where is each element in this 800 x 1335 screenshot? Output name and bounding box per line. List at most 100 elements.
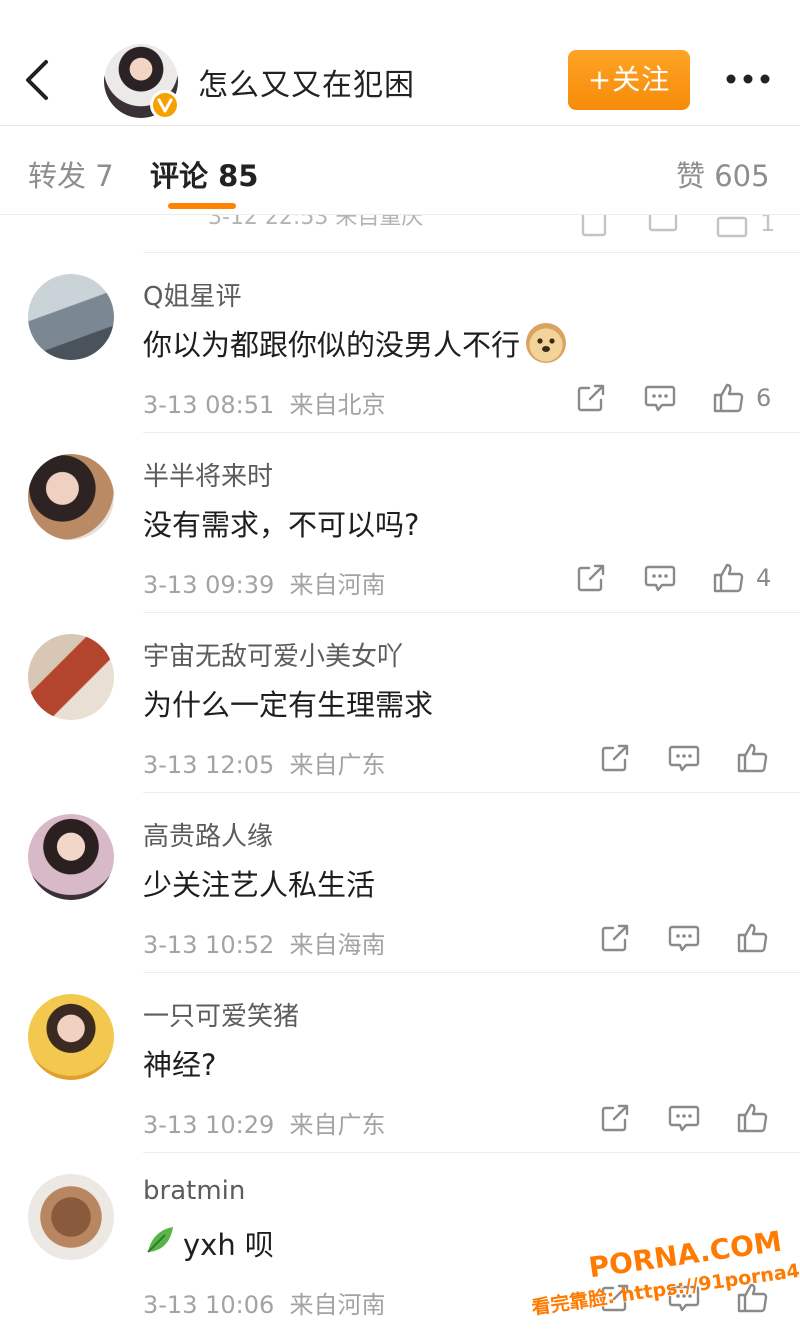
- like-button[interactable]: [736, 740, 768, 776]
- commenter-avatar[interactable]: [28, 1174, 114, 1260]
- reply-button[interactable]: [644, 380, 676, 416]
- share-button[interactable]: [600, 1100, 630, 1136]
- comment-item: 高贵路人缘 少关注艺人私生活 3-13 10:52 来自海南: [0, 792, 800, 972]
- comment-meta: 3-13 09:39 来自河南: [143, 565, 386, 600]
- like-button[interactable]: 1: [716, 215, 775, 241]
- like-count: 4: [756, 564, 772, 592]
- comment-text: yxh 呗: [183, 1228, 274, 1262]
- more-options-button[interactable]: [724, 64, 772, 94]
- comment-text: 为什么一定有生理需求: [143, 688, 434, 722]
- comment-page: 怎么又又在犯困 +关注 转发 7 评论 85 赞 605 3-12 22:53 …: [0, 0, 800, 1335]
- doge-icon: [526, 323, 567, 363]
- comment-text: 神经?: [143, 1048, 217, 1082]
- comment-source: 来自广东: [289, 1111, 386, 1139]
- comment-icon: [644, 385, 676, 412]
- tab-reposts[interactable]: 转发 7: [28, 153, 114, 195]
- share-icon: [601, 924, 629, 952]
- share-icon: [577, 564, 605, 592]
- commenter-name[interactable]: 一只可爱笑猪: [143, 996, 299, 1033]
- comment-meta: 3-13 10:52 来自海南: [143, 925, 386, 960]
- reply-button[interactable]: [668, 1100, 700, 1136]
- like-count: 1: [760, 215, 776, 237]
- like-button[interactable]: 4: [712, 560, 771, 596]
- tab-comments[interactable]: 评论 85: [150, 153, 258, 195]
- comment-text-row: 神经?: [143, 1042, 216, 1084]
- comment-text-row: 你以为都跟你似的没男人不行: [143, 322, 567, 364]
- commenter-avatar[interactable]: [28, 454, 114, 540]
- comment-time: 3-13 08:51: [143, 391, 275, 419]
- comment-text-row: 为什么一定有生理需求: [143, 682, 433, 724]
- comment-item: 宇宙无敌可爱小美女吖 为什么一定有生理需求 3-13 12:05 来自广东: [0, 612, 800, 792]
- comment-source: 来自河南: [289, 571, 386, 599]
- share-icon: [601, 744, 629, 772]
- follow-button[interactable]: +关注: [568, 50, 690, 110]
- reply-button[interactable]: [644, 560, 676, 596]
- divider: [143, 972, 800, 973]
- author-name[interactable]: 怎么又又在犯困: [198, 60, 415, 104]
- comment-text: 没有需求，不可以吗?: [143, 508, 420, 542]
- reply-button[interactable]: [648, 215, 678, 241]
- comment-text: 少关注艺人私生活: [143, 868, 376, 902]
- divider: [143, 432, 800, 433]
- verified-badge-icon: [150, 90, 180, 120]
- share-button[interactable]: [576, 380, 606, 416]
- reply-button[interactable]: [668, 740, 700, 776]
- comment-list: 3-12 22:53 来自重庆 1 Q姐星评 你以为都跟你似的没男人不行 3-1…: [0, 215, 800, 1335]
- comment-item: 一只可爱笑猪 神经? 3-13 10:29 来自广东: [0, 972, 800, 1152]
- comment-meta: 3-13 12:05 来自广东: [143, 745, 386, 780]
- comment-time: 3-13 10:52: [143, 931, 275, 959]
- thumbs-up-icon: [716, 216, 748, 238]
- reply-button[interactable]: [668, 920, 700, 956]
- tab-likes[interactable]: 赞 605: [676, 153, 770, 195]
- commenter-avatar[interactable]: [28, 634, 114, 720]
- comment-meta: 3-13 08:51 来自北京: [143, 385, 386, 420]
- like-button[interactable]: [736, 920, 768, 956]
- share-button[interactable]: [576, 560, 606, 596]
- like-button[interactable]: [736, 1100, 768, 1136]
- comment-source: 来自河南: [289, 1291, 386, 1319]
- comment-time: 3-13 10:29: [143, 1111, 275, 1139]
- commenter-avatar[interactable]: [28, 274, 114, 360]
- top-bar: 怎么又又在犯困 +关注: [0, 0, 800, 126]
- comment-meta: 3-13 10:29 来自广东: [143, 1105, 386, 1140]
- share-button[interactable]: [600, 920, 630, 956]
- comment-icon: [644, 565, 676, 592]
- thumbs-up-icon: [737, 743, 768, 773]
- comment-source: 来自广东: [289, 751, 386, 779]
- share-button[interactable]: [600, 740, 630, 776]
- comment-item: Q姐星评 你以为都跟你似的没男人不行 3-13 08:51 来自北京 6: [0, 252, 800, 432]
- active-tab-indicator: [168, 203, 236, 209]
- comment-source: 来自北京: [289, 391, 386, 419]
- share-button[interactable]: [580, 215, 610, 241]
- share-icon: [601, 1104, 629, 1132]
- more-dots-icon: [726, 74, 770, 84]
- commenter-name[interactable]: 高贵路人缘: [143, 816, 273, 853]
- commenter-name[interactable]: Q姐星评: [143, 276, 241, 313]
- comment-source: 来自海南: [289, 931, 386, 959]
- divider: [143, 792, 800, 793]
- divider: [143, 252, 800, 253]
- comment-text-row: 没有需求，不可以吗?: [143, 502, 419, 544]
- comment-time: 3-13 12:05: [143, 751, 275, 779]
- comment-icon: [668, 745, 700, 772]
- thumbs-up-icon: [713, 383, 744, 413]
- like-count: 6: [756, 384, 772, 412]
- back-button[interactable]: [18, 56, 58, 104]
- like-button[interactable]: 6: [712, 380, 771, 416]
- chevron-left-icon: [26, 60, 48, 100]
- comment-icon: [668, 925, 700, 952]
- thumbs-up-icon: [737, 1103, 768, 1133]
- comment-meta: 3-12 22:53 来自重庆: [208, 215, 424, 230]
- comment-item: 半半将来时 没有需求，不可以吗? 3-13 09:39 来自河南 4: [0, 432, 800, 612]
- thumbs-up-icon: [737, 923, 768, 953]
- commenter-avatar[interactable]: [28, 994, 114, 1080]
- tab-bar: 转发 7 评论 85 赞 605: [0, 127, 800, 215]
- comment-text-row: yxh 呗: [143, 1222, 274, 1264]
- commenter-name[interactable]: 宇宙无敌可爱小美女吖: [143, 636, 403, 673]
- commenter-avatar[interactable]: [28, 814, 114, 900]
- share-icon: [581, 215, 607, 237]
- comment-time: 3-13 10:06: [143, 1291, 275, 1319]
- thumbs-up-icon: [713, 563, 744, 593]
- commenter-name[interactable]: 半半将来时: [143, 456, 273, 493]
- commenter-name[interactable]: bratmin: [143, 1176, 245, 1206]
